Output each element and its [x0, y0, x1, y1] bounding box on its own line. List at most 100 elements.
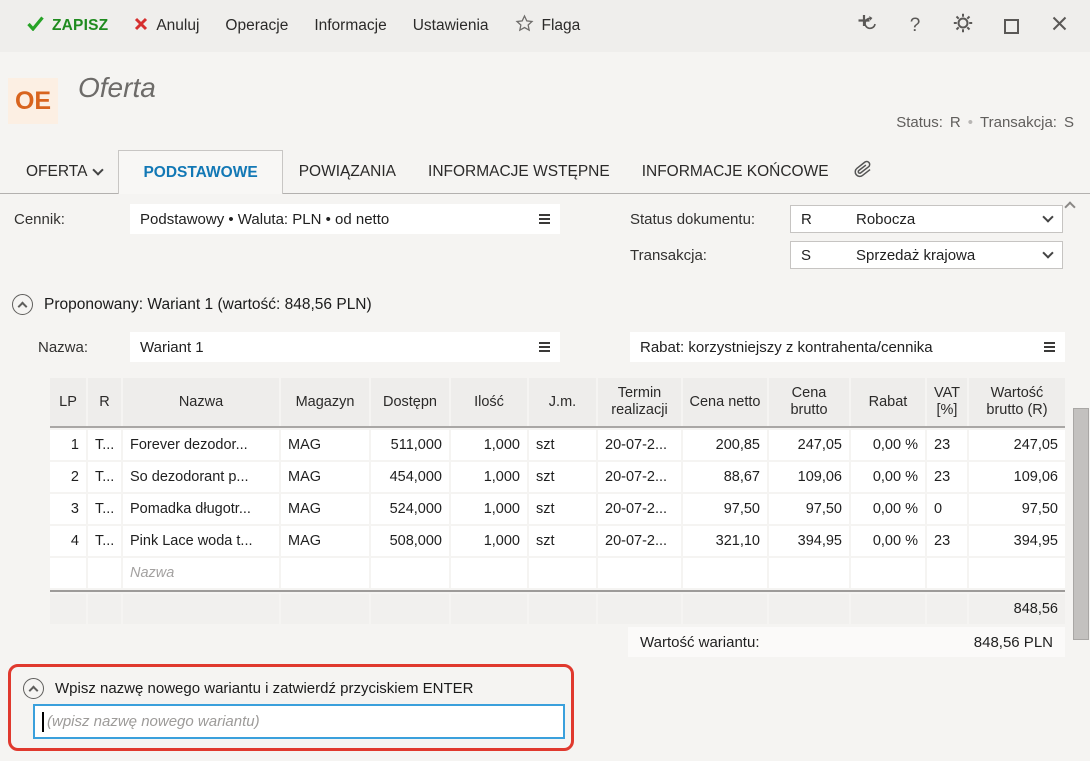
cell-vat[interactable]: 23	[927, 462, 967, 492]
cell-r[interactable]: T...	[88, 430, 121, 460]
cell-rabat[interactable]: 0,00 %	[851, 430, 925, 460]
cell-nazwa[interactable]: Forever dezodor...	[123, 430, 279, 460]
cell-magazyn[interactable]: MAG	[281, 430, 369, 460]
cell-dostepn[interactable]: 511,000	[371, 430, 449, 460]
table-row[interactable]: 2 T... So dezodorant p... MAG 454,000 1,…	[50, 462, 1065, 492]
cell-nazwa[interactable]: So dezodorant p...	[123, 462, 279, 492]
cell-r[interactable]	[88, 558, 121, 588]
column-header[interactable]: Cena brutto	[769, 378, 849, 426]
cennik-field[interactable]: Podstawowy • Waluta: PLN • od netto	[130, 204, 560, 234]
cell-termin[interactable]: 20-07-2...	[598, 462, 681, 492]
cell-wartosc-brutto[interactable]: 97,50	[969, 494, 1065, 524]
nazwa-field[interactable]: Wariant 1	[130, 332, 560, 362]
cell-jm[interactable]: szt	[529, 462, 596, 492]
cell-magazyn[interactable]: MAG	[281, 462, 369, 492]
cell-cena-brutto[interactable]: 109,06	[769, 462, 849, 492]
cell-vat[interactable]: 0	[927, 494, 967, 524]
collapse-button[interactable]	[12, 294, 33, 315]
cell-vat[interactable]: 23	[927, 526, 967, 556]
table-row[interactable]: 3 T... Pomadka długotr... MAG 524,000 1,…	[50, 494, 1065, 524]
cell-jm[interactable]: szt	[529, 494, 596, 524]
add-window-button[interactable]	[850, 9, 884, 43]
cell-magazyn[interactable]: MAG	[281, 526, 369, 556]
cell-dostepn[interactable]: 508,000	[371, 526, 449, 556]
cell-ilosc[interactable]: 1,000	[451, 430, 527, 460]
column-header[interactable]: Ilość	[451, 378, 527, 426]
flag-button[interactable]: Flaga	[502, 8, 594, 44]
cell-ilosc[interactable]: 1,000	[451, 526, 527, 556]
column-header[interactable]: Nazwa	[123, 378, 279, 426]
column-header[interactable]: VAT [%]	[927, 378, 967, 426]
cell-rabat[interactable]: 0,00 %	[851, 462, 925, 492]
close-button[interactable]	[1042, 9, 1076, 43]
cell-dostepn[interactable]: 454,000	[371, 462, 449, 492]
table-row[interactable]: 1 T... Forever dezodor... MAG 511,000 1,…	[50, 430, 1065, 460]
column-header[interactable]: Dostępn	[371, 378, 449, 426]
cell-nazwa[interactable]: Pink Lace woda t...	[123, 526, 279, 556]
column-header[interactable]: Cena netto	[683, 378, 767, 426]
cell-ilosc[interactable]: 1,000	[451, 494, 527, 524]
cell-cena-brutto[interactable]: 247,05	[769, 430, 849, 460]
cell-magazyn[interactable]: MAG	[281, 494, 369, 524]
tab-informacje-wstepne[interactable]: INFORMACJE WSTĘPNE	[412, 150, 626, 193]
new-variant-input[interactable]	[44, 706, 563, 737]
attachments-button[interactable]	[845, 150, 881, 193]
cell-jm[interactable]	[529, 558, 596, 588]
cell-rabat[interactable]: 0,00 %	[851, 526, 925, 556]
cell-cena-netto[interactable]: 88,67	[683, 462, 767, 492]
cell-dostepn[interactable]	[371, 558, 449, 588]
cell-wartosc-brutto[interactable]: 247,05	[969, 430, 1065, 460]
column-header[interactable]: Magazyn	[281, 378, 369, 426]
settings-button[interactable]	[946, 9, 980, 43]
new-item-row[interactable]: Nazwa	[50, 558, 1065, 588]
cell-lp[interactable]: 3	[50, 494, 86, 524]
status-dokumentu-select[interactable]: R Robocza	[790, 205, 1063, 233]
cell-lp[interactable]: 2	[50, 462, 86, 492]
cell-cena-netto[interactable]: 97,50	[683, 494, 767, 524]
vertical-scrollbar-thumb[interactable]	[1073, 408, 1089, 640]
transakcja-select[interactable]: S Sprzedaż krajowa	[790, 241, 1063, 269]
cell-lp[interactable]	[50, 558, 86, 588]
menu-informacje[interactable]: Informacje	[301, 11, 399, 41]
cell-cena-netto[interactable]: 200,85	[683, 430, 767, 460]
cell-rabat[interactable]	[851, 558, 925, 588]
tab-podstawowe[interactable]: PODSTAWOWE	[118, 150, 282, 194]
collapse-button[interactable]	[23, 678, 44, 699]
cell-ilosc[interactable]	[451, 558, 527, 588]
help-button[interactable]: ?	[898, 9, 932, 43]
cell-cena-brutto[interactable]: 394,95	[769, 526, 849, 556]
cell-cena-netto[interactable]	[683, 558, 767, 588]
cell-termin[interactable]: 20-07-2...	[598, 494, 681, 524]
cell-rabat[interactable]: 0,00 %	[851, 494, 925, 524]
column-header[interactable]: LP	[50, 378, 86, 426]
cell-cena-brutto[interactable]	[769, 558, 849, 588]
cell-wartosc-brutto[interactable]: 109,06	[969, 462, 1065, 492]
cell-vat[interactable]	[927, 558, 967, 588]
cell-r[interactable]: T...	[88, 526, 121, 556]
column-header[interactable]: Rabat	[851, 378, 925, 426]
column-header[interactable]: R	[88, 378, 121, 426]
menu-ustawienia[interactable]: Ustawienia	[400, 11, 502, 41]
cell-wartosc-brutto[interactable]: 394,95	[969, 526, 1065, 556]
column-header[interactable]: Termin realizacji	[598, 378, 681, 426]
cell-magazyn[interactable]	[281, 558, 369, 588]
cell-termin[interactable]: 20-07-2...	[598, 526, 681, 556]
tab-oferta[interactable]: OFERTA	[10, 150, 118, 193]
save-button[interactable]: ZAPISZ	[14, 10, 121, 42]
cell-cena-netto[interactable]: 321,10	[683, 526, 767, 556]
cell-vat[interactable]: 23	[927, 430, 967, 460]
cell-wartosc-brutto[interactable]	[969, 558, 1065, 588]
cell-jm[interactable]: szt	[529, 430, 596, 460]
cell-ilosc[interactable]: 1,000	[451, 462, 527, 492]
cell-nazwa[interactable]: Pomadka długotr...	[123, 494, 279, 524]
cell-r[interactable]: T...	[88, 462, 121, 492]
cell-dostepn[interactable]: 524,000	[371, 494, 449, 524]
column-header[interactable]: J.m.	[529, 378, 596, 426]
cell-termin[interactable]: 20-07-2...	[598, 430, 681, 460]
rabat-field[interactable]: Rabat: korzystniejszy z kontrahenta/cenn…	[630, 332, 1065, 362]
column-header[interactable]: Wartość brutto (R)	[969, 378, 1065, 426]
cell-jm[interactable]: szt	[529, 526, 596, 556]
scroll-up-button[interactable]	[1066, 198, 1074, 216]
menu-operacje[interactable]: Operacje	[212, 11, 301, 41]
cancel-button[interactable]: Anuluj	[121, 11, 212, 42]
